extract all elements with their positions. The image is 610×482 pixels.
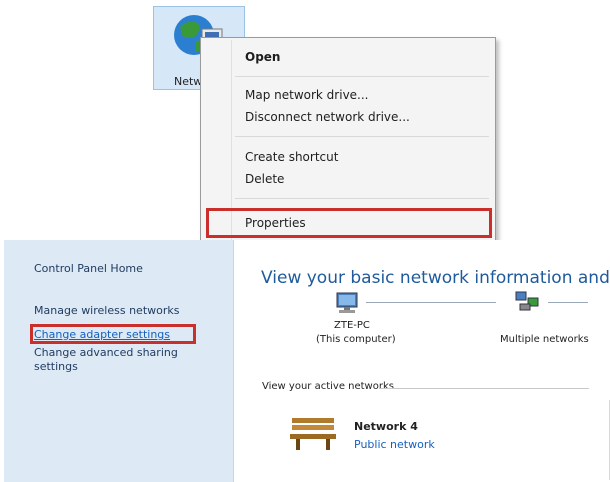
menu-item-delete[interactable]: Delete bbox=[245, 172, 284, 186]
change-advanced-sharing-link-cont[interactable]: settings bbox=[34, 360, 78, 373]
multiple-networks-label: Multiple networks bbox=[500, 334, 589, 345]
menu-separator bbox=[235, 76, 489, 77]
context-menu: Open Map network drive... Disconnect net… bbox=[200, 37, 496, 243]
multiple-networks-icon bbox=[515, 291, 539, 311]
menu-item-open[interactable]: Open bbox=[245, 50, 280, 64]
network-type-link[interactable]: Public network bbox=[354, 438, 435, 451]
section-divider bbox=[379, 388, 589, 389]
control-panel-home-link[interactable]: Control Panel Home bbox=[34, 262, 143, 275]
menu-item-map-network-drive[interactable]: Map network drive... bbox=[245, 88, 369, 102]
menu-separator bbox=[235, 198, 489, 199]
menu-item-disconnect-network-drive[interactable]: Disconnect network drive... bbox=[245, 110, 410, 124]
active-networks-header: View your active networks bbox=[262, 381, 394, 392]
network-name: Network 4 bbox=[354, 420, 418, 433]
properties-highlight-box bbox=[206, 208, 492, 238]
change-advanced-sharing-link[interactable]: Change advanced sharing bbox=[34, 346, 178, 359]
network-sharing-center: Control Panel Home Manage wireless netwo… bbox=[4, 240, 610, 482]
control-panel-sidebar: Control Panel Home Manage wireless netwo… bbox=[4, 240, 234, 482]
desktop-icon-label: Netw bbox=[174, 75, 203, 88]
manage-wireless-networks-link[interactable]: Manage wireless networks bbox=[34, 304, 179, 317]
computer-name: ZTE-PC bbox=[334, 320, 370, 331]
menu-item-create-shortcut[interactable]: Create shortcut bbox=[245, 150, 338, 164]
computer-icon bbox=[336, 292, 358, 313]
connection-line-2 bbox=[548, 302, 588, 303]
connection-line bbox=[366, 302, 496, 303]
menu-separator bbox=[235, 136, 489, 137]
change-adapter-highlight-box bbox=[30, 324, 196, 344]
computer-subtitle: (This computer) bbox=[316, 334, 396, 345]
public-network-bench-icon bbox=[290, 418, 336, 450]
page-title: View your basic network information and … bbox=[261, 268, 610, 288]
